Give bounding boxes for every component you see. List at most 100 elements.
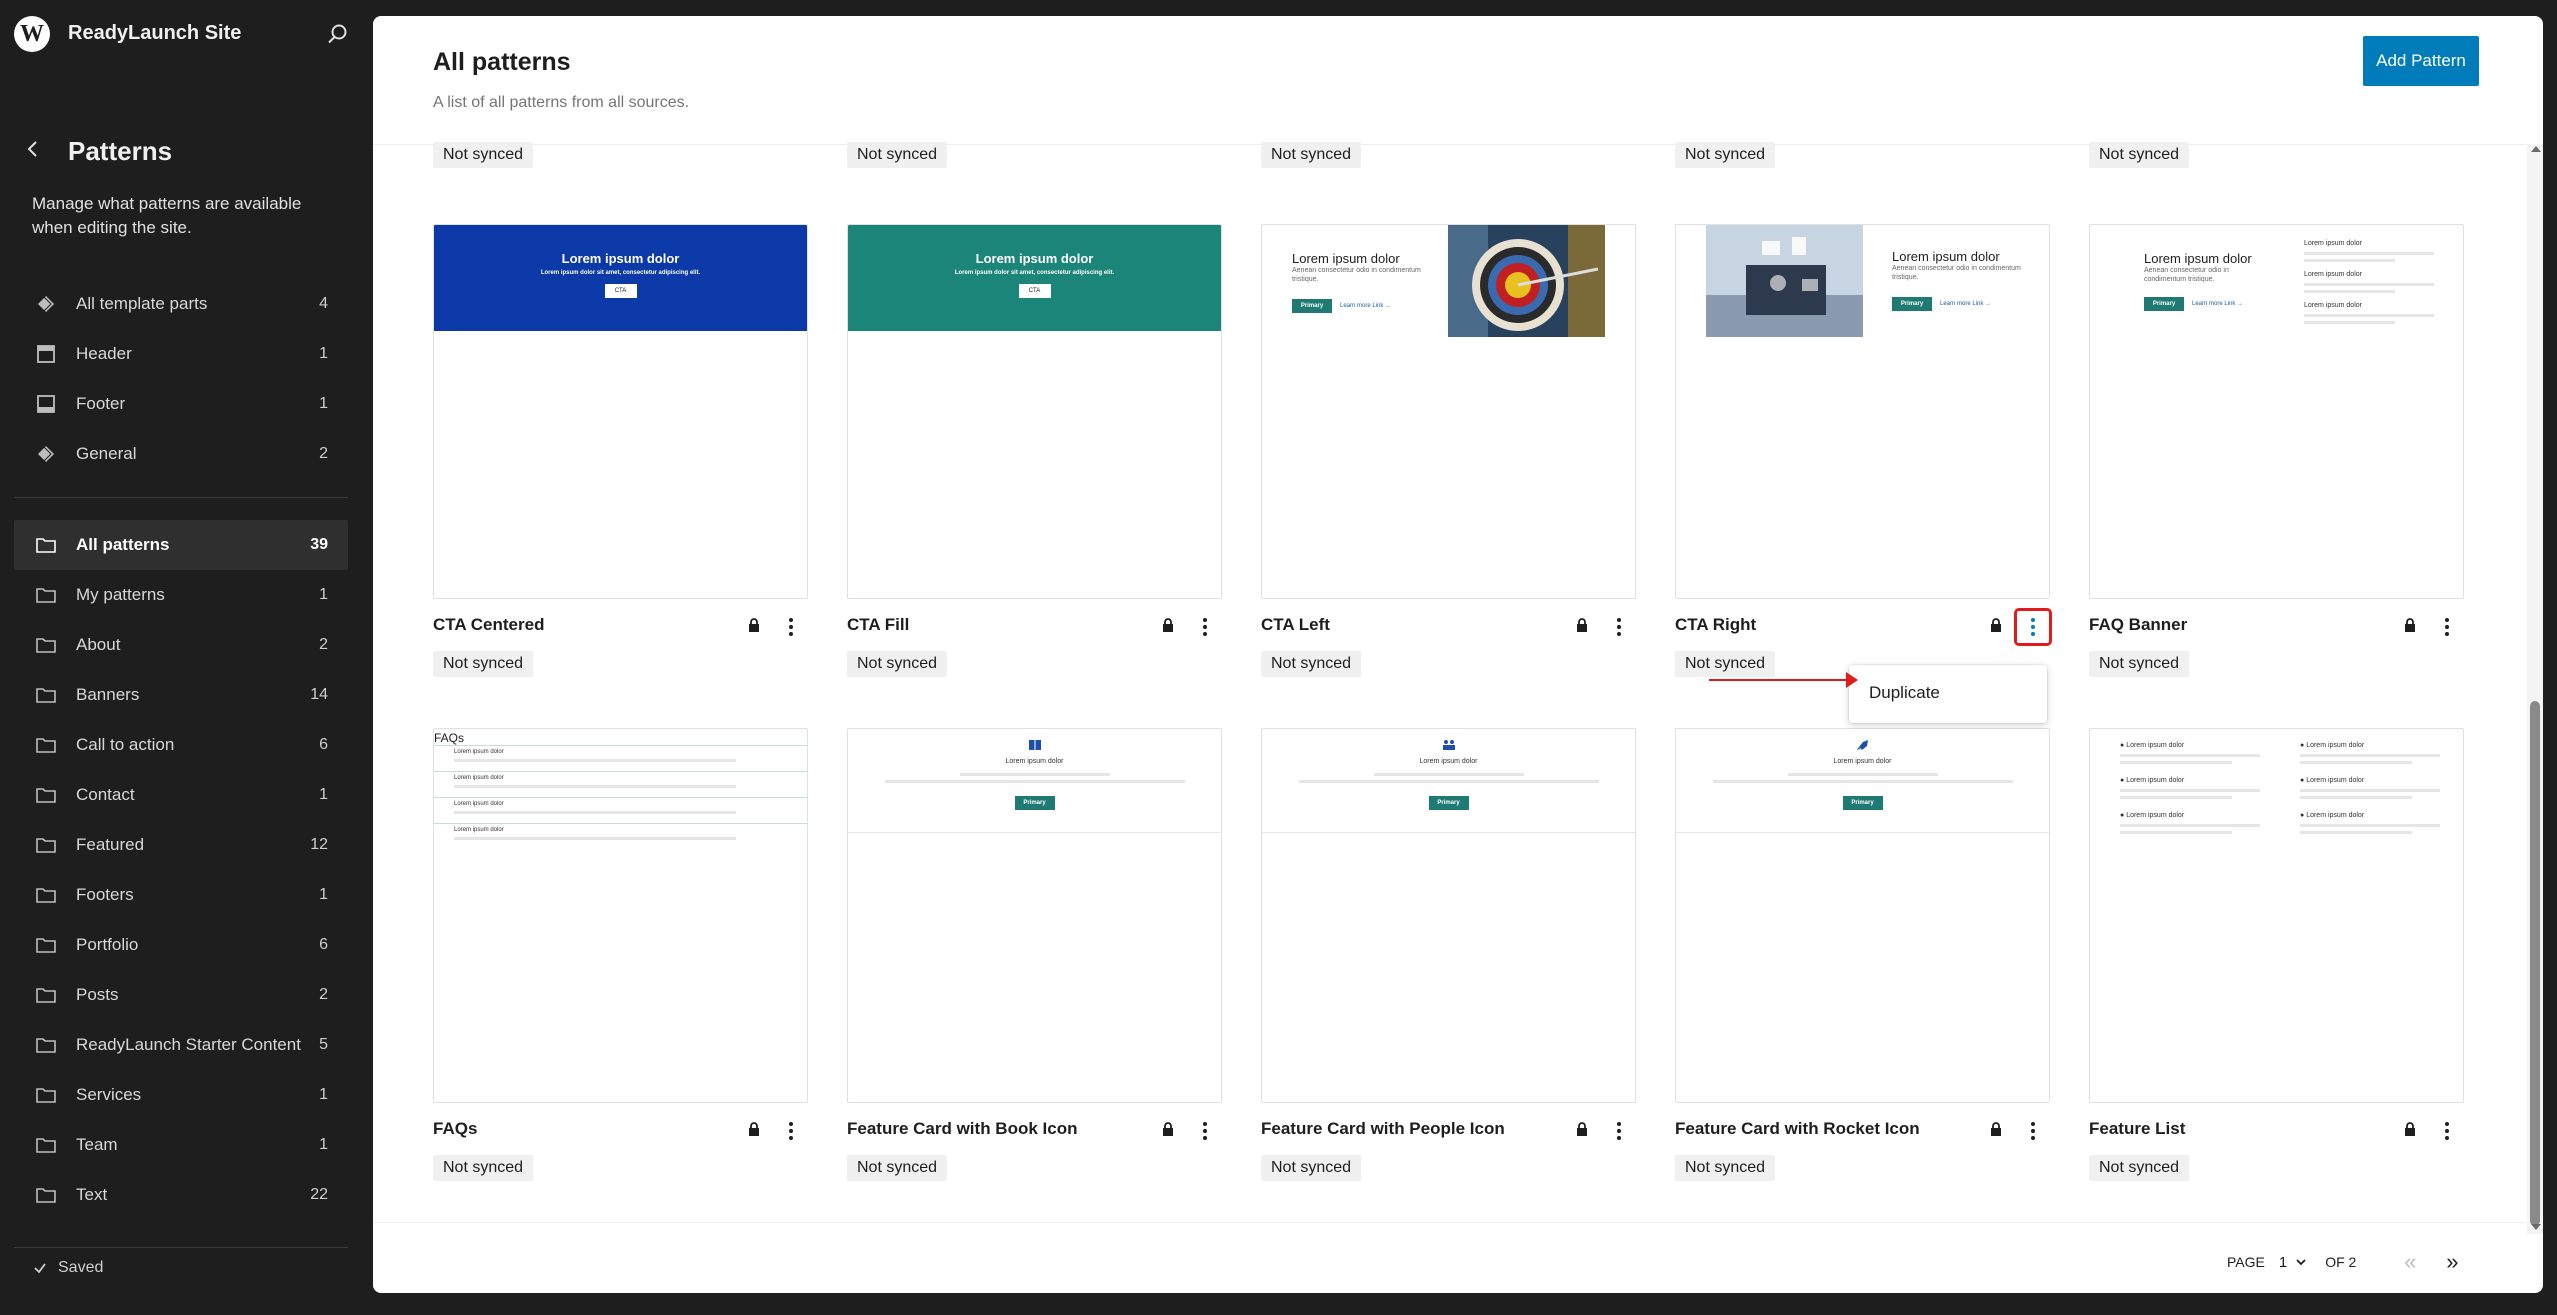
pattern-card-feature-people: Lorem ipsum dolor Primary Feature Card w… <box>1261 728 1636 1181</box>
sidebar-item-contact[interactable]: Contact 1 <box>14 770 348 820</box>
pattern-title[interactable]: CTA Centered <box>433 615 544 635</box>
pattern-preview[interactable]: FAQs Lorem ipsum dolor Lorem ipsum dolor… <box>433 728 808 1103</box>
pattern-title[interactable]: CTA Left <box>1261 615 1330 635</box>
more-options-icon[interactable] <box>775 1115 807 1147</box>
rocket-icon <box>1856 740 1868 750</box>
pattern-preview[interactable]: Lorem ipsum dolor Aenean consectetur odi… <box>2089 224 2464 599</box>
footer-icon <box>37 395 55 413</box>
sync-badge: Not synced <box>1675 651 1776 677</box>
pattern-preview[interactable]: ● Lorem ipsum dolor ● Lorem ipsum dolor … <box>2089 728 2464 1103</box>
template-parts-list: All template parts 4 Header 1 Footer 1 G… <box>14 279 348 479</box>
sync-badge: Not synced <box>1261 651 1362 677</box>
pattern-preview[interactable]: Lorem ipsum dolor Primary <box>1675 728 2050 1103</box>
footer-divider <box>373 1222 2527 1223</box>
more-options-icon[interactable] <box>2017 1115 2049 1147</box>
sync-badge: Not synced <box>1261 1155 1362 1181</box>
header-divider <box>373 144 2531 145</box>
sidebar-item-all-patterns[interactable]: All patterns 39 <box>14 520 348 570</box>
sidebar-item-posts[interactable]: Posts 2 <box>14 970 348 1020</box>
folder-icon <box>36 988 56 1003</box>
pattern-title[interactable]: CTA Fill <box>847 615 909 635</box>
back-chevron-icon[interactable] <box>22 138 44 160</box>
first-page-icon[interactable]: « <box>2398 1250 2422 1274</box>
sidebar-item-featured[interactable]: Featured 12 <box>14 820 348 870</box>
pattern-preview[interactable]: Lorem ipsum dolor Lorem ipsum dolor sit … <box>847 224 1222 599</box>
pattern-preview[interactable]: Lorem ipsum dolor Aenean consectetur odi… <box>1261 224 1636 599</box>
more-options-icon[interactable] <box>1189 611 1221 643</box>
site-bar: W ReadyLaunch Site <box>0 0 372 68</box>
folder-icon <box>36 588 56 603</box>
target-image <box>1448 225 1605 337</box>
pattern-card-cta-right: Lorem ipsum dolor Aenean consectetur odi… <box>1675 224 2052 677</box>
pattern-card-cta-fill: Lorem ipsum dolor Lorem ipsum dolor sit … <box>847 224 1222 677</box>
sync-badge: Not synced <box>2089 142 2190 168</box>
annotation-arrow <box>1709 679 1849 681</box>
pattern-title[interactable]: Feature Card with Book Icon <box>847 1119 1077 1139</box>
sidebar-item-all-template-parts[interactable]: All template parts 4 <box>14 279 348 329</box>
folder-icon <box>36 638 56 653</box>
folder-icon <box>36 738 56 753</box>
sidebar-item-about[interactable]: About 2 <box>14 620 348 670</box>
duplicate-menu-item[interactable]: Duplicate <box>1869 683 1940 703</box>
pattern-card-faq-banner: Lorem ipsum dolor Aenean consectetur odi… <box>2089 224 2464 677</box>
folder-icon <box>36 838 56 853</box>
scrollbar-thumb[interactable] <box>2530 701 2540 1226</box>
pattern-card-feature-rocket: Lorem ipsum dolor Primary Feature Card w… <box>1675 728 2050 1181</box>
sidebar-item-services[interactable]: Services 1 <box>14 1070 348 1120</box>
scroll-down-arrow-icon[interactable] <box>2531 1224 2541 1230</box>
scroll-up-arrow-icon[interactable] <box>2531 146 2541 152</box>
sidebar-item-general[interactable]: General 2 <box>14 429 348 479</box>
sidebar-item-team[interactable]: Team 1 <box>14 1120 348 1170</box>
wordpress-logo-icon[interactable]: W <box>14 16 50 52</box>
lock-icon <box>2405 618 2415 632</box>
sync-badge: Not synced <box>847 142 948 168</box>
sidebar-item-portfolio[interactable]: Portfolio 6 <box>14 920 348 970</box>
pattern-preview[interactable]: Lorem ipsum dolor Aenean consectetur odi… <box>1675 224 2050 599</box>
more-options-icon[interactable] <box>2014 608 2052 646</box>
sync-badge: Not synced <box>1261 142 1362 168</box>
pattern-actions-menu: Duplicate <box>1849 665 2047 723</box>
book-icon <box>1028 740 1041 750</box>
search-icon[interactable] <box>324 20 352 48</box>
sync-badge: Not synced <box>433 1155 534 1181</box>
more-options-icon[interactable] <box>2431 1115 2463 1147</box>
site-name[interactable]: ReadyLaunch Site <box>68 22 241 45</box>
pattern-preview[interactable]: Lorem ipsum dolor Primary <box>847 728 1222 1103</box>
chevron-down-icon <box>2296 1259 2306 1266</box>
pattern-preview[interactable]: Lorem ipsum dolor Primary <box>1261 728 1636 1103</box>
lock-icon <box>1991 618 2001 632</box>
add-pattern-button[interactable]: Add Pattern <box>2363 36 2479 86</box>
pattern-title[interactable]: FAQs <box>433 1119 477 1139</box>
sidebar-item-banners[interactable]: Banners 14 <box>14 670 348 720</box>
folder-icon <box>36 888 56 903</box>
sidebar-item-header[interactable]: Header 1 <box>14 329 348 379</box>
more-options-icon[interactable] <box>1603 1115 1635 1147</box>
pattern-title[interactable]: Feature List <box>2089 1119 2185 1139</box>
page-select[interactable]: 1 <box>2279 1254 2307 1271</box>
sidebar-item-readylaunch-starter-content[interactable]: ReadyLaunch Starter Content 5 <box>14 1020 348 1070</box>
sidebar-divider <box>14 497 348 498</box>
next-page-icon[interactable]: » <box>2440 1250 2464 1274</box>
more-options-icon[interactable] <box>2431 611 2463 643</box>
sidebar-item-footer[interactable]: Footer 1 <box>14 379 348 429</box>
more-options-icon[interactable] <box>1189 1115 1221 1147</box>
pattern-card-faqs: FAQs Lorem ipsum dolor Lorem ipsum dolor… <box>433 728 808 1181</box>
pattern-title[interactable]: Feature Card with Rocket Icon <box>1675 1119 1920 1139</box>
sidebar-item-call-to-action[interactable]: Call to action 6 <box>14 720 348 770</box>
pattern-title[interactable]: FAQ Banner <box>2089 615 2187 635</box>
annotation-arrow-head <box>1846 672 1858 688</box>
lock-icon <box>1577 618 1587 632</box>
page-subtitle: A list of all patterns from all sources. <box>433 94 690 111</box>
sidebar-item-my-patterns[interactable]: My patterns 1 <box>14 570 348 620</box>
sidebar-item-text[interactable]: Text 22 <box>14 1170 348 1220</box>
more-options-icon[interactable] <box>775 611 807 643</box>
pattern-title[interactable]: CTA Right <box>1675 615 1756 635</box>
lock-icon <box>1163 618 1173 632</box>
sidebar-item-footers[interactable]: Footers 1 <box>14 870 348 920</box>
more-options-icon[interactable] <box>1603 611 1635 643</box>
pattern-title[interactable]: Feature Card with People Icon <box>1261 1119 1505 1139</box>
sync-badge: Not synced <box>433 142 534 168</box>
pattern-preview[interactable]: Lorem ipsum dolor Lorem ipsum dolor sit … <box>433 224 808 599</box>
sync-badge: Not synced <box>847 1155 948 1181</box>
folder-icon <box>36 1038 56 1053</box>
